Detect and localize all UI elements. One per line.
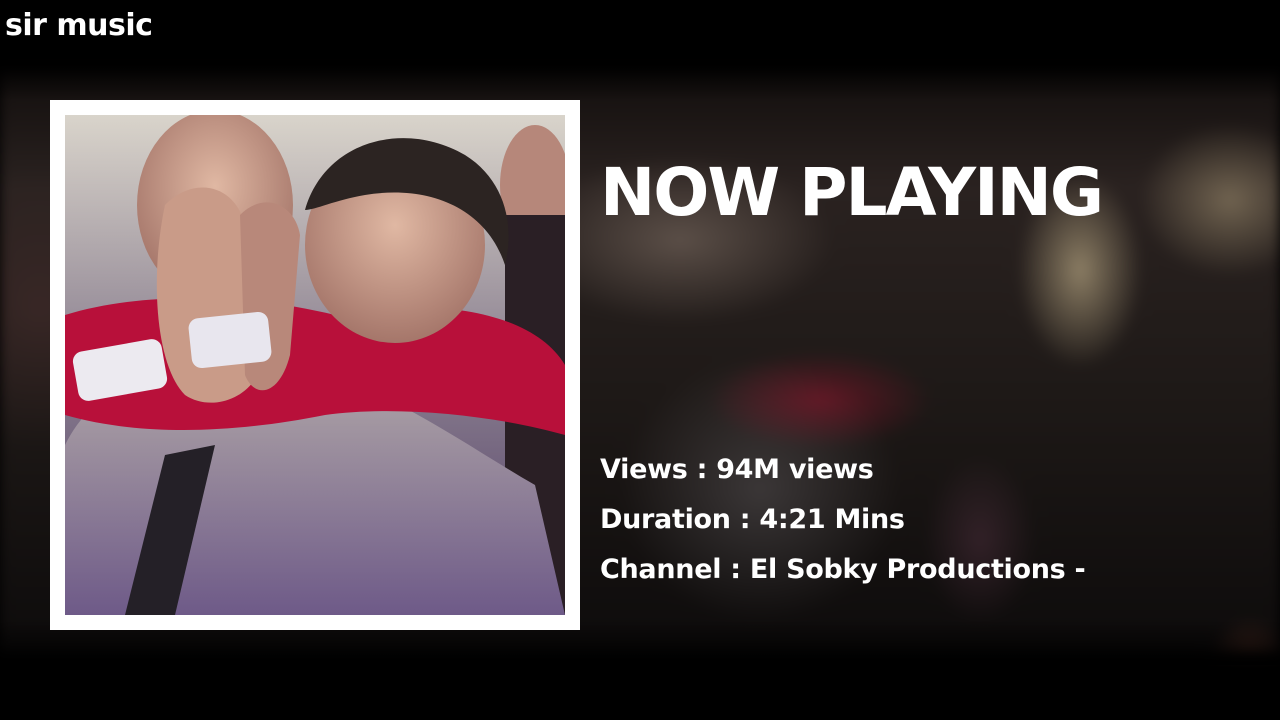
album-art-frame — [50, 100, 580, 630]
background-fade-top — [0, 60, 1280, 100]
now-playing-screen: sir music NOW PLAYING Views: 94M views … — [0, 0, 1280, 720]
views-count: Views : 94M views — [600, 454, 874, 485]
album-art — [65, 115, 565, 615]
channel-name: Channel : El Sobky Productions - — [600, 554, 1086, 585]
track-details: Views : 94M views Duration : 4:21 Mins C… — [600, 445, 1086, 595]
track-duration: Duration : 4:21 Mins — [600, 504, 905, 535]
brand-logo-text: sir music — [5, 8, 153, 43]
now-playing-heading: NOW PLAYING — [600, 154, 1104, 231]
album-art-image — [65, 115, 565, 615]
